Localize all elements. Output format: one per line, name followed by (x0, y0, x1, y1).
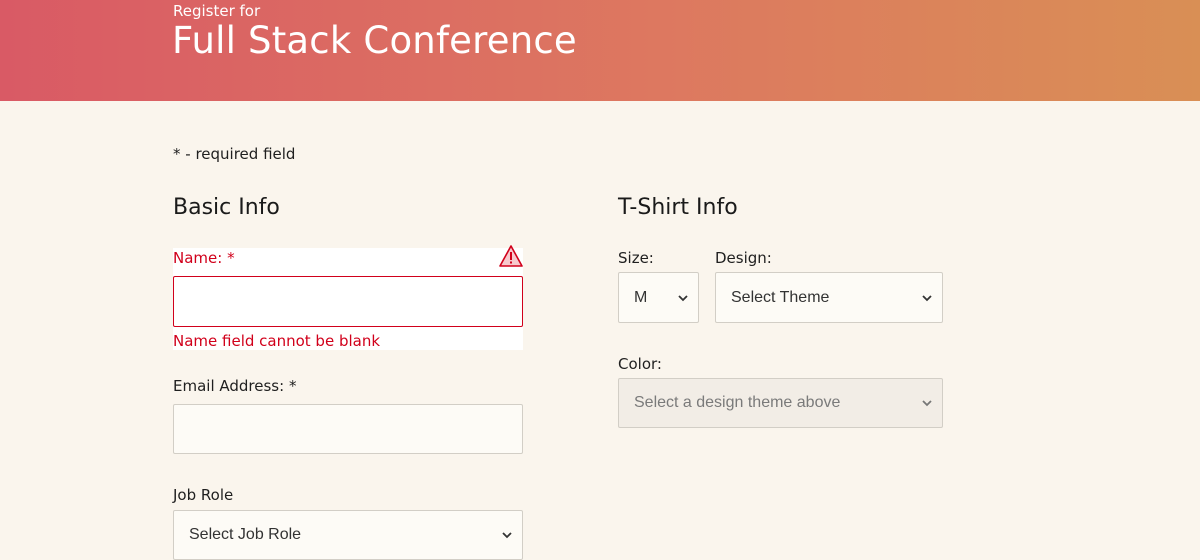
header-subtitle: Register for (173, 2, 261, 20)
design-select[interactable]: Select Theme (715, 272, 943, 323)
email-field[interactable] (173, 404, 523, 454)
warning-triangle-icon (499, 245, 523, 267)
design-selected-value: Select Theme (731, 288, 830, 306)
chevron-down-icon (922, 294, 932, 301)
chevron-down-icon (678, 294, 688, 301)
page-header: Register for Full Stack Conference (0, 0, 1200, 101)
name-label: Name: * (173, 249, 235, 267)
size-selected-value: M (634, 288, 648, 306)
basic-info-heading: Basic Info (173, 195, 280, 220)
tshirt-info-heading: T-Shirt Info (618, 195, 738, 220)
chevron-down-icon (502, 532, 512, 539)
job-role-select[interactable]: Select Job Role (173, 510, 523, 560)
size-select[interactable]: M (618, 272, 699, 323)
required-field-note: * - required field (173, 145, 296, 163)
name-error-message: Name field cannot be blank (173, 332, 381, 350)
name-field[interactable] (173, 276, 523, 327)
job-role-selected-value: Select Job Role (189, 526, 302, 543)
design-label: Design: (715, 249, 772, 267)
page-title: Full Stack Conference (172, 19, 577, 62)
chevron-down-icon (922, 400, 932, 407)
color-select[interactable]: Select a design theme above (618, 378, 943, 428)
job-role-label: Job Role (173, 486, 234, 504)
color-label: Color: (618, 355, 662, 373)
email-label: Email Address: * (173, 377, 297, 395)
size-label: Size: (618, 249, 654, 267)
color-selected-value: Select a design theme above (634, 394, 841, 411)
